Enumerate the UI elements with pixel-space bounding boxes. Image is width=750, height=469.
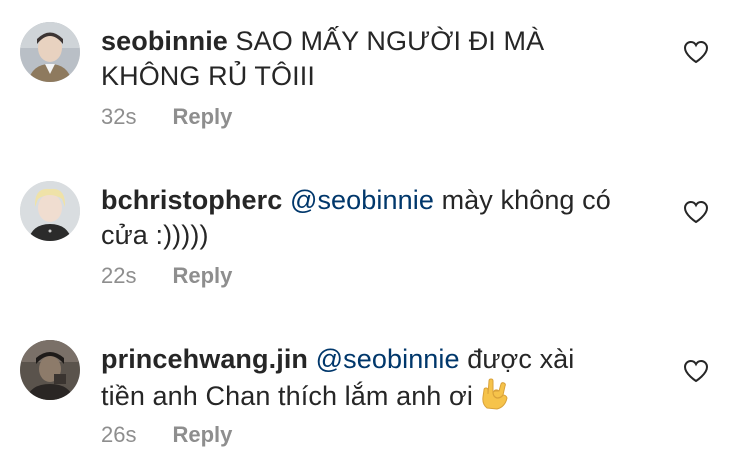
comment-meta: 22s Reply (101, 263, 232, 289)
comment-meta: 26s Reply (101, 422, 232, 448)
comment-item: princehwang.jin @seobinnie được xài tiền… (0, 318, 750, 469)
comment-text: princehwang.jin @seobinnie được xài tiền… (101, 342, 621, 420)
comment-username[interactable]: seobinnie (101, 26, 228, 56)
heart-icon[interactable] (683, 359, 709, 383)
comment-timestamp: 22s (101, 263, 137, 288)
mention-link[interactable]: @seobinnie (316, 344, 460, 374)
avatar-image (20, 340, 80, 400)
comment-item: seobinnie SAO MẤY NGƯỜI ĐI MÀ KHÔNG RỦ T… (0, 0, 750, 150)
comment-username[interactable]: princehwang.jin (101, 344, 308, 374)
avatar[interactable] (20, 340, 80, 400)
comment-username[interactable]: bchristopherc (101, 185, 282, 215)
comment-meta: 32s Reply (101, 104, 232, 130)
mention-link[interactable]: @seobinnie (290, 185, 434, 215)
comment-timestamp: 26s (101, 422, 137, 447)
rock-hand-emoji (477, 377, 511, 420)
avatar-image (20, 22, 80, 82)
comment-text: seobinnie SAO MẤY NGƯỜI ĐI MÀ KHÔNG RỦ T… (101, 24, 621, 94)
comment-timestamp: 32s (101, 104, 137, 129)
comment-item: bchristopherc @seobinnie mày không có cử… (0, 159, 750, 309)
avatar-image (20, 181, 80, 241)
avatar[interactable] (20, 22, 80, 82)
heart-icon[interactable] (683, 200, 709, 224)
reply-button[interactable]: Reply (172, 104, 232, 129)
reply-button[interactable]: Reply (172, 263, 232, 288)
comment-text: bchristopherc @seobinnie mày không có cử… (101, 183, 621, 253)
avatar[interactable] (20, 181, 80, 241)
reply-button[interactable]: Reply (172, 422, 232, 447)
heart-icon[interactable] (683, 40, 709, 64)
